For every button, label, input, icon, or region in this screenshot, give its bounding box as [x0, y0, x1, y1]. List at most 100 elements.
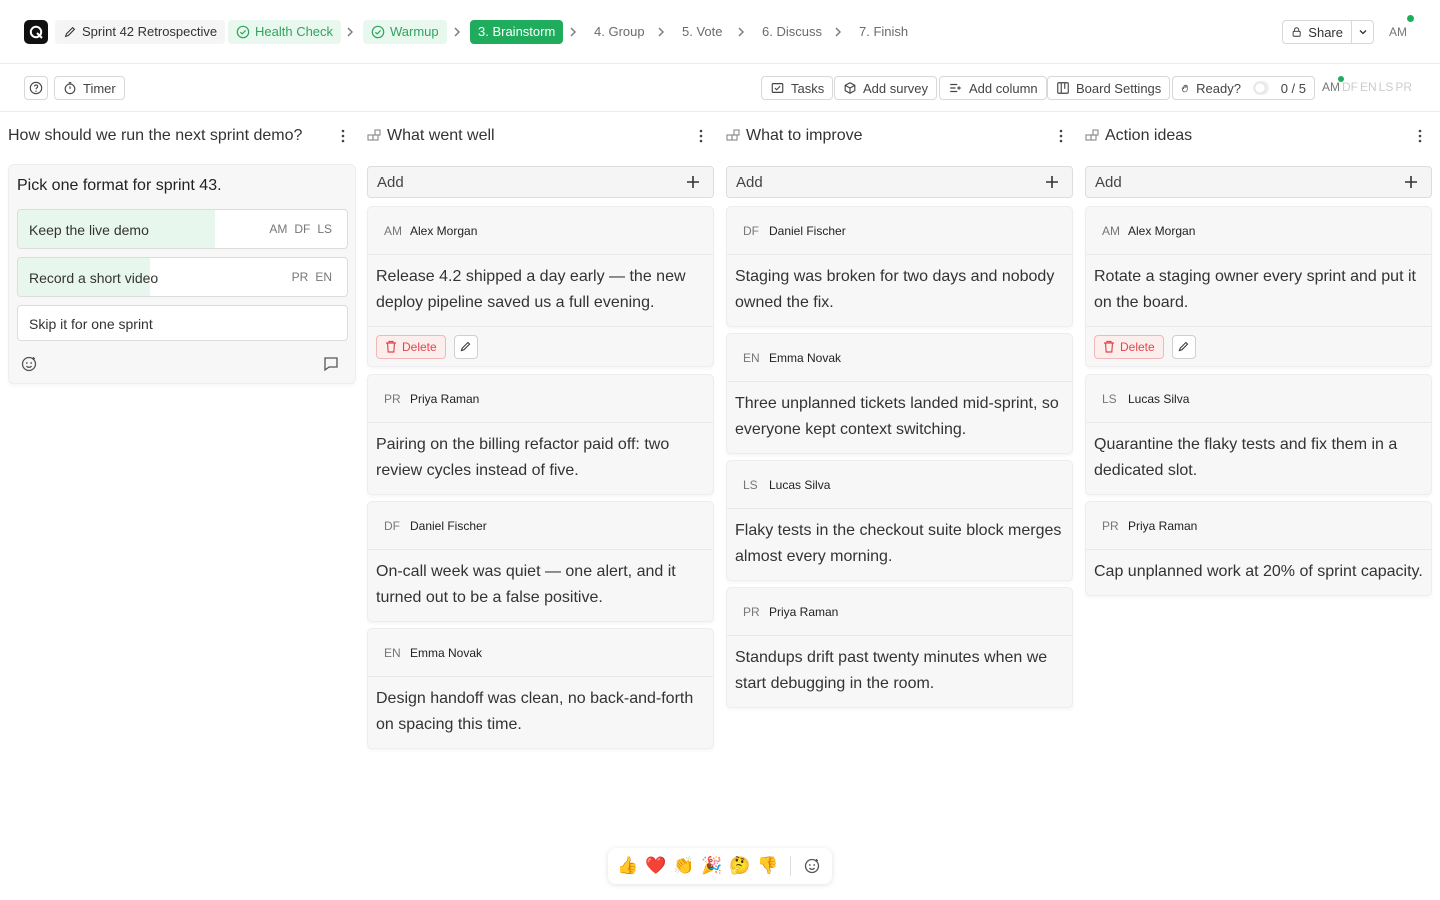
current-user-avatar[interactable]: AM	[1386, 15, 1414, 44]
presence-avatar[interactable]: EN	[1360, 80, 1377, 94]
add-card-button[interactable]: Add	[726, 166, 1073, 198]
card-text: On-call week was quiet — one alert, and …	[376, 563, 676, 606]
poll-option[interactable]: Skip it for one sprint	[17, 305, 348, 341]
delete-label: Delete	[1120, 339, 1155, 354]
online-indicator	[1407, 15, 1414, 22]
comment-icon[interactable]	[322, 355, 340, 373]
thumbs-up-icon[interactable]: 👍	[616, 856, 640, 876]
column-title: What to improve	[746, 127, 863, 144]
delete-button[interactable]: Delete	[1094, 334, 1164, 359]
card[interactable]: PR Priya Raman Pairing on the billing re…	[367, 374, 714, 495]
chevron-right-icon	[658, 27, 664, 37]
plus-icon	[1046, 176, 1058, 188]
card-author: LS Lucas Silva	[1086, 375, 1431, 423]
step-group[interactable]: 4. Group	[586, 20, 653, 44]
card-actions: Delete	[368, 326, 713, 366]
author-initials: LS	[1102, 391, 1117, 406]
author-initials: DF	[384, 518, 400, 533]
delete-button[interactable]: Delete	[376, 334, 446, 359]
author-initials: PR	[743, 604, 760, 619]
pencil-icon	[64, 26, 76, 38]
presence-avatar[interactable]: LS	[1379, 80, 1394, 94]
card[interactable]: DF Daniel Fischer On-call week was quiet…	[367, 501, 714, 622]
chevron-right-icon	[347, 27, 353, 37]
poll-option[interactable]: Record a short video PR EN	[17, 257, 348, 297]
card[interactable]: AM Alex Morgan Rotate a staging owner ev…	[1085, 206, 1432, 367]
logo-icon	[29, 25, 43, 39]
author-name: Emma Novak	[410, 645, 483, 660]
help-icon	[29, 81, 43, 95]
card[interactable]: AM Alex Morgan Release 4.2 shipped a day…	[367, 206, 714, 367]
card-text: Release 4.2 shipped a day early — the ne…	[376, 268, 686, 311]
more-options-icon[interactable]	[693, 128, 709, 144]
card-author: AM Alex Morgan	[1086, 207, 1431, 255]
poll-option[interactable]: Keep the live demo AM DF LS	[17, 209, 348, 249]
board-settings-button[interactable]: Board Settings	[1047, 76, 1171, 100]
step-finish[interactable]: 7. Finish	[851, 20, 916, 44]
column-header: Action ideas	[1085, 120, 1192, 152]
ready-toggle[interactable]	[1252, 81, 1269, 95]
card-text: Staging was broken for two days and nobo…	[735, 268, 1055, 311]
ready-control[interactable]: Ready? 0 / 5	[1172, 76, 1315, 100]
step-vote[interactable]: 5. Vote	[674, 20, 730, 44]
add-survey-button[interactable]: Add survey	[834, 76, 938, 100]
app-logo[interactable]	[24, 20, 48, 44]
author-name: Priya Raman	[769, 604, 839, 619]
share-button[interactable]: Share	[1283, 21, 1352, 43]
author-initials: PR	[1102, 518, 1119, 533]
step-label: 7. Finish	[859, 24, 909, 39]
share-dropdown-button[interactable]	[1352, 21, 1373, 43]
board-title[interactable]: Sprint 42 Retrospective	[55, 20, 226, 44]
card[interactable]: LS Lucas Silva Quarantine the flaky test…	[1085, 374, 1432, 495]
heart-icon[interactable]: ❤️	[644, 856, 668, 876]
card[interactable]: DF Daniel Fischer Staging was broken for…	[726, 206, 1073, 327]
card[interactable]: EN Emma Novak Three unplanned tickets la…	[726, 333, 1073, 454]
edit-button[interactable]	[1171, 334, 1196, 359]
card-author: EN Emma Novak	[368, 629, 713, 677]
share-label: Share	[1308, 24, 1343, 40]
presence-avatar[interactable]: AM	[1322, 80, 1340, 94]
add-reaction-icon[interactable]	[803, 857, 821, 875]
card[interactable]: PR Priya Raman Cap unplanned work at 20%…	[1085, 501, 1432, 596]
more-options-icon[interactable]	[335, 128, 351, 144]
presence-avatar[interactable]: PR	[1395, 80, 1412, 94]
timer-button[interactable]: Timer	[54, 76, 125, 100]
step-discuss[interactable]: 6. Discuss	[754, 20, 830, 44]
chevron-right-icon	[454, 27, 460, 37]
thumbs-down-icon[interactable]: 👎	[756, 856, 780, 876]
card[interactable]: EN Emma Novak Design handoff was clean, …	[367, 628, 714, 749]
presence-avatar[interactable]: DF	[1342, 80, 1358, 94]
party-icon[interactable]: 🎉	[700, 856, 724, 876]
author-name: Daniel Fischer	[410, 518, 487, 533]
step-brainstorm[interactable]: 3. Brainstorm	[470, 20, 564, 44]
trash-icon	[386, 340, 396, 353]
poll-option-label: Keep the live demo	[29, 222, 149, 238]
card-text: Cap unplanned work at 20% of sprint capa…	[1094, 563, 1423, 580]
card-text: Three unplanned tickets landed mid-sprin…	[735, 395, 1059, 438]
tasks-button[interactable]: Tasks	[761, 76, 834, 100]
more-options-icon[interactable]	[1053, 128, 1069, 144]
add-label: Add	[1095, 174, 1122, 191]
more-options-icon[interactable]	[1412, 128, 1428, 144]
card-author: EN Emma Novak	[727, 334, 1072, 382]
step-warmup[interactable]: Warmup	[363, 20, 447, 44]
author-name: Lucas Silva	[769, 477, 831, 492]
step-label: 6. Discuss	[762, 24, 822, 39]
card[interactable]: LS Lucas Silva Flaky tests in the checko…	[726, 460, 1073, 581]
step-health-check[interactable]: Health Check	[228, 20, 342, 44]
tasks-icon	[771, 83, 784, 93]
add-card-button[interactable]: Add	[367, 166, 714, 198]
add-reaction-icon[interactable]	[20, 355, 38, 373]
add-column-button[interactable]: Add column	[939, 76, 1047, 100]
author-name: Daniel Fischer	[769, 223, 846, 238]
add-card-button[interactable]: Add	[1085, 166, 1432, 198]
edit-button[interactable]	[453, 334, 478, 359]
help-button[interactable]	[24, 76, 48, 100]
thinking-icon[interactable]: 🤔	[728, 856, 752, 876]
card-text: Standups drift past twenty minutes when …	[735, 649, 1048, 692]
card[interactable]: PR Priya Raman Standups drift past twent…	[726, 587, 1073, 708]
step-label: 4. Group	[594, 24, 645, 39]
card-text: Design handoff was clean, no back-and-fo…	[376, 690, 694, 733]
card-author: PR Priya Raman	[368, 375, 713, 423]
clap-icon[interactable]: 👏	[672, 856, 696, 876]
